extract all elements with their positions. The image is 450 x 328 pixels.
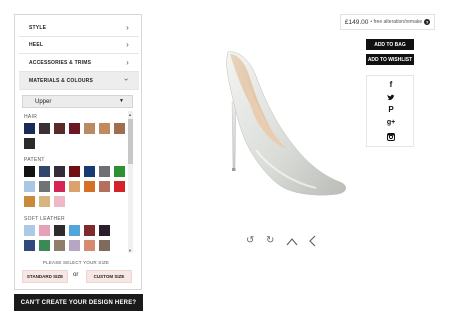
color-swatch[interactable] <box>24 225 35 236</box>
shoe-3d-preview[interactable] <box>198 42 358 202</box>
accordion-style-label: STYLE <box>29 25 47 31</box>
size-prompt: PLEASE SELECT YOUR SIZE <box>42 260 110 265</box>
color-swatch[interactable] <box>24 123 35 134</box>
color-swatch[interactable] <box>69 123 80 134</box>
accordion-heel-label: HEEL <box>29 42 44 48</box>
color-swatch[interactable] <box>99 240 110 251</box>
color-swatch[interactable] <box>84 225 95 236</box>
size-or-text: or <box>73 272 79 278</box>
color-swatch[interactable] <box>24 138 35 149</box>
price-note: • free alteration/remake <box>370 19 423 25</box>
accordion-accessories-label: ACCESSORIES & TRIMS <box>29 60 92 66</box>
swatch-list: HAIR PATENT SOFT LEATHER <box>20 111 132 251</box>
color-swatch[interactable] <box>39 240 50 251</box>
twitter-icon[interactable] <box>387 94 395 101</box>
color-swatch[interactable] <box>39 181 50 192</box>
color-swatch[interactable] <box>84 166 95 177</box>
color-swatch[interactable] <box>39 196 50 207</box>
pinterest-icon[interactable]: P <box>367 105 415 114</box>
color-swatch[interactable] <box>54 196 65 207</box>
color-swatch[interactable] <box>24 166 35 177</box>
accordion-materials-label: MATERIALS & COLOURS <box>29 77 93 84</box>
accordion-accessories-trims[interactable]: ACCESSORIES & TRIMS › <box>19 55 139 72</box>
color-swatch[interactable] <box>99 181 110 192</box>
section-label-soft-leather: SOFT LEATHER <box>24 216 65 222</box>
chevron-right-icon: › <box>126 23 129 32</box>
color-swatch[interactable] <box>114 181 125 192</box>
custom-size-button[interactable]: CUSTOM SIZE <box>86 270 132 283</box>
color-swatch[interactable] <box>99 225 110 236</box>
color-swatch[interactable] <box>24 240 35 251</box>
view-top-icon[interactable] <box>286 237 298 246</box>
accordion-style[interactable]: STYLE › <box>19 20 139 37</box>
color-swatch[interactable] <box>39 166 50 177</box>
color-swatch[interactable] <box>114 166 125 177</box>
color-swatch[interactable] <box>69 225 80 236</box>
rotate-right-icon[interactable]: ↻ <box>266 235 274 246</box>
color-swatch[interactable] <box>54 240 65 251</box>
color-swatch[interactable] <box>84 181 95 192</box>
scrollbar-thumb[interactable] <box>128 119 133 164</box>
view-side-icon[interactable] <box>308 235 317 247</box>
section-label-hair: HAIR <box>24 114 38 120</box>
color-swatch[interactable] <box>54 225 65 236</box>
social-share-box: f P g+ <box>366 75 414 147</box>
color-swatch[interactable] <box>99 123 110 134</box>
price-amount: £149.00 <box>344 18 369 26</box>
material-part-value: Upper <box>35 98 52 105</box>
color-swatch[interactable] <box>114 123 125 134</box>
material-part-select[interactable]: Upper ▼ <box>22 95 133 108</box>
color-swatch[interactable] <box>54 123 65 134</box>
facebook-icon[interactable]: f <box>367 80 415 89</box>
add-to-bag-button[interactable]: ADD TO BAG <box>366 39 414 50</box>
caret-down-icon: ▼ <box>119 98 124 104</box>
color-swatch[interactable] <box>84 123 95 134</box>
cant-create-design-button[interactable]: CAN'T CREATE YOUR DESIGN HERE? <box>14 294 143 311</box>
accordion-heel[interactable]: HEEL › <box>19 37 139 54</box>
google-plus-icon[interactable]: g+ <box>367 119 415 126</box>
chevron-right-icon: › <box>126 40 129 49</box>
color-swatch[interactable] <box>69 166 80 177</box>
scroll-up-icon[interactable]: ▲ <box>128 112 132 117</box>
color-swatch[interactable] <box>69 240 80 251</box>
color-swatch[interactable] <box>39 225 50 236</box>
accordion-materials-colours[interactable]: MATERIALS & COLOURS › <box>19 72 139 90</box>
color-swatch[interactable] <box>69 181 80 192</box>
swatch-scrollbar[interactable] <box>128 111 133 253</box>
chevron-down-icon: › <box>122 78 132 81</box>
scroll-down-icon[interactable]: ▼ <box>128 248 132 253</box>
standard-size-button[interactable]: STANDARD SIZE <box>22 270 68 283</box>
color-swatch[interactable] <box>84 240 95 251</box>
rotate-left-icon[interactable]: ↺ <box>246 235 254 246</box>
color-swatch[interactable] <box>24 181 35 192</box>
color-swatch[interactable] <box>54 181 65 192</box>
color-swatch[interactable] <box>24 196 35 207</box>
color-swatch[interactable] <box>99 166 110 177</box>
add-to-wishlist-button[interactable]: ADD TO WISHLIST <box>366 54 414 65</box>
chevron-right-icon: › <box>126 58 129 67</box>
section-label-patent: PATENT <box>24 157 45 163</box>
price-box: £149.00 • free alteration/remake ? <box>340 14 435 30</box>
color-swatch[interactable] <box>39 123 50 134</box>
color-swatch[interactable] <box>54 166 65 177</box>
info-icon[interactable]: ? <box>424 19 431 25</box>
instagram-icon[interactable] <box>387 133 395 141</box>
